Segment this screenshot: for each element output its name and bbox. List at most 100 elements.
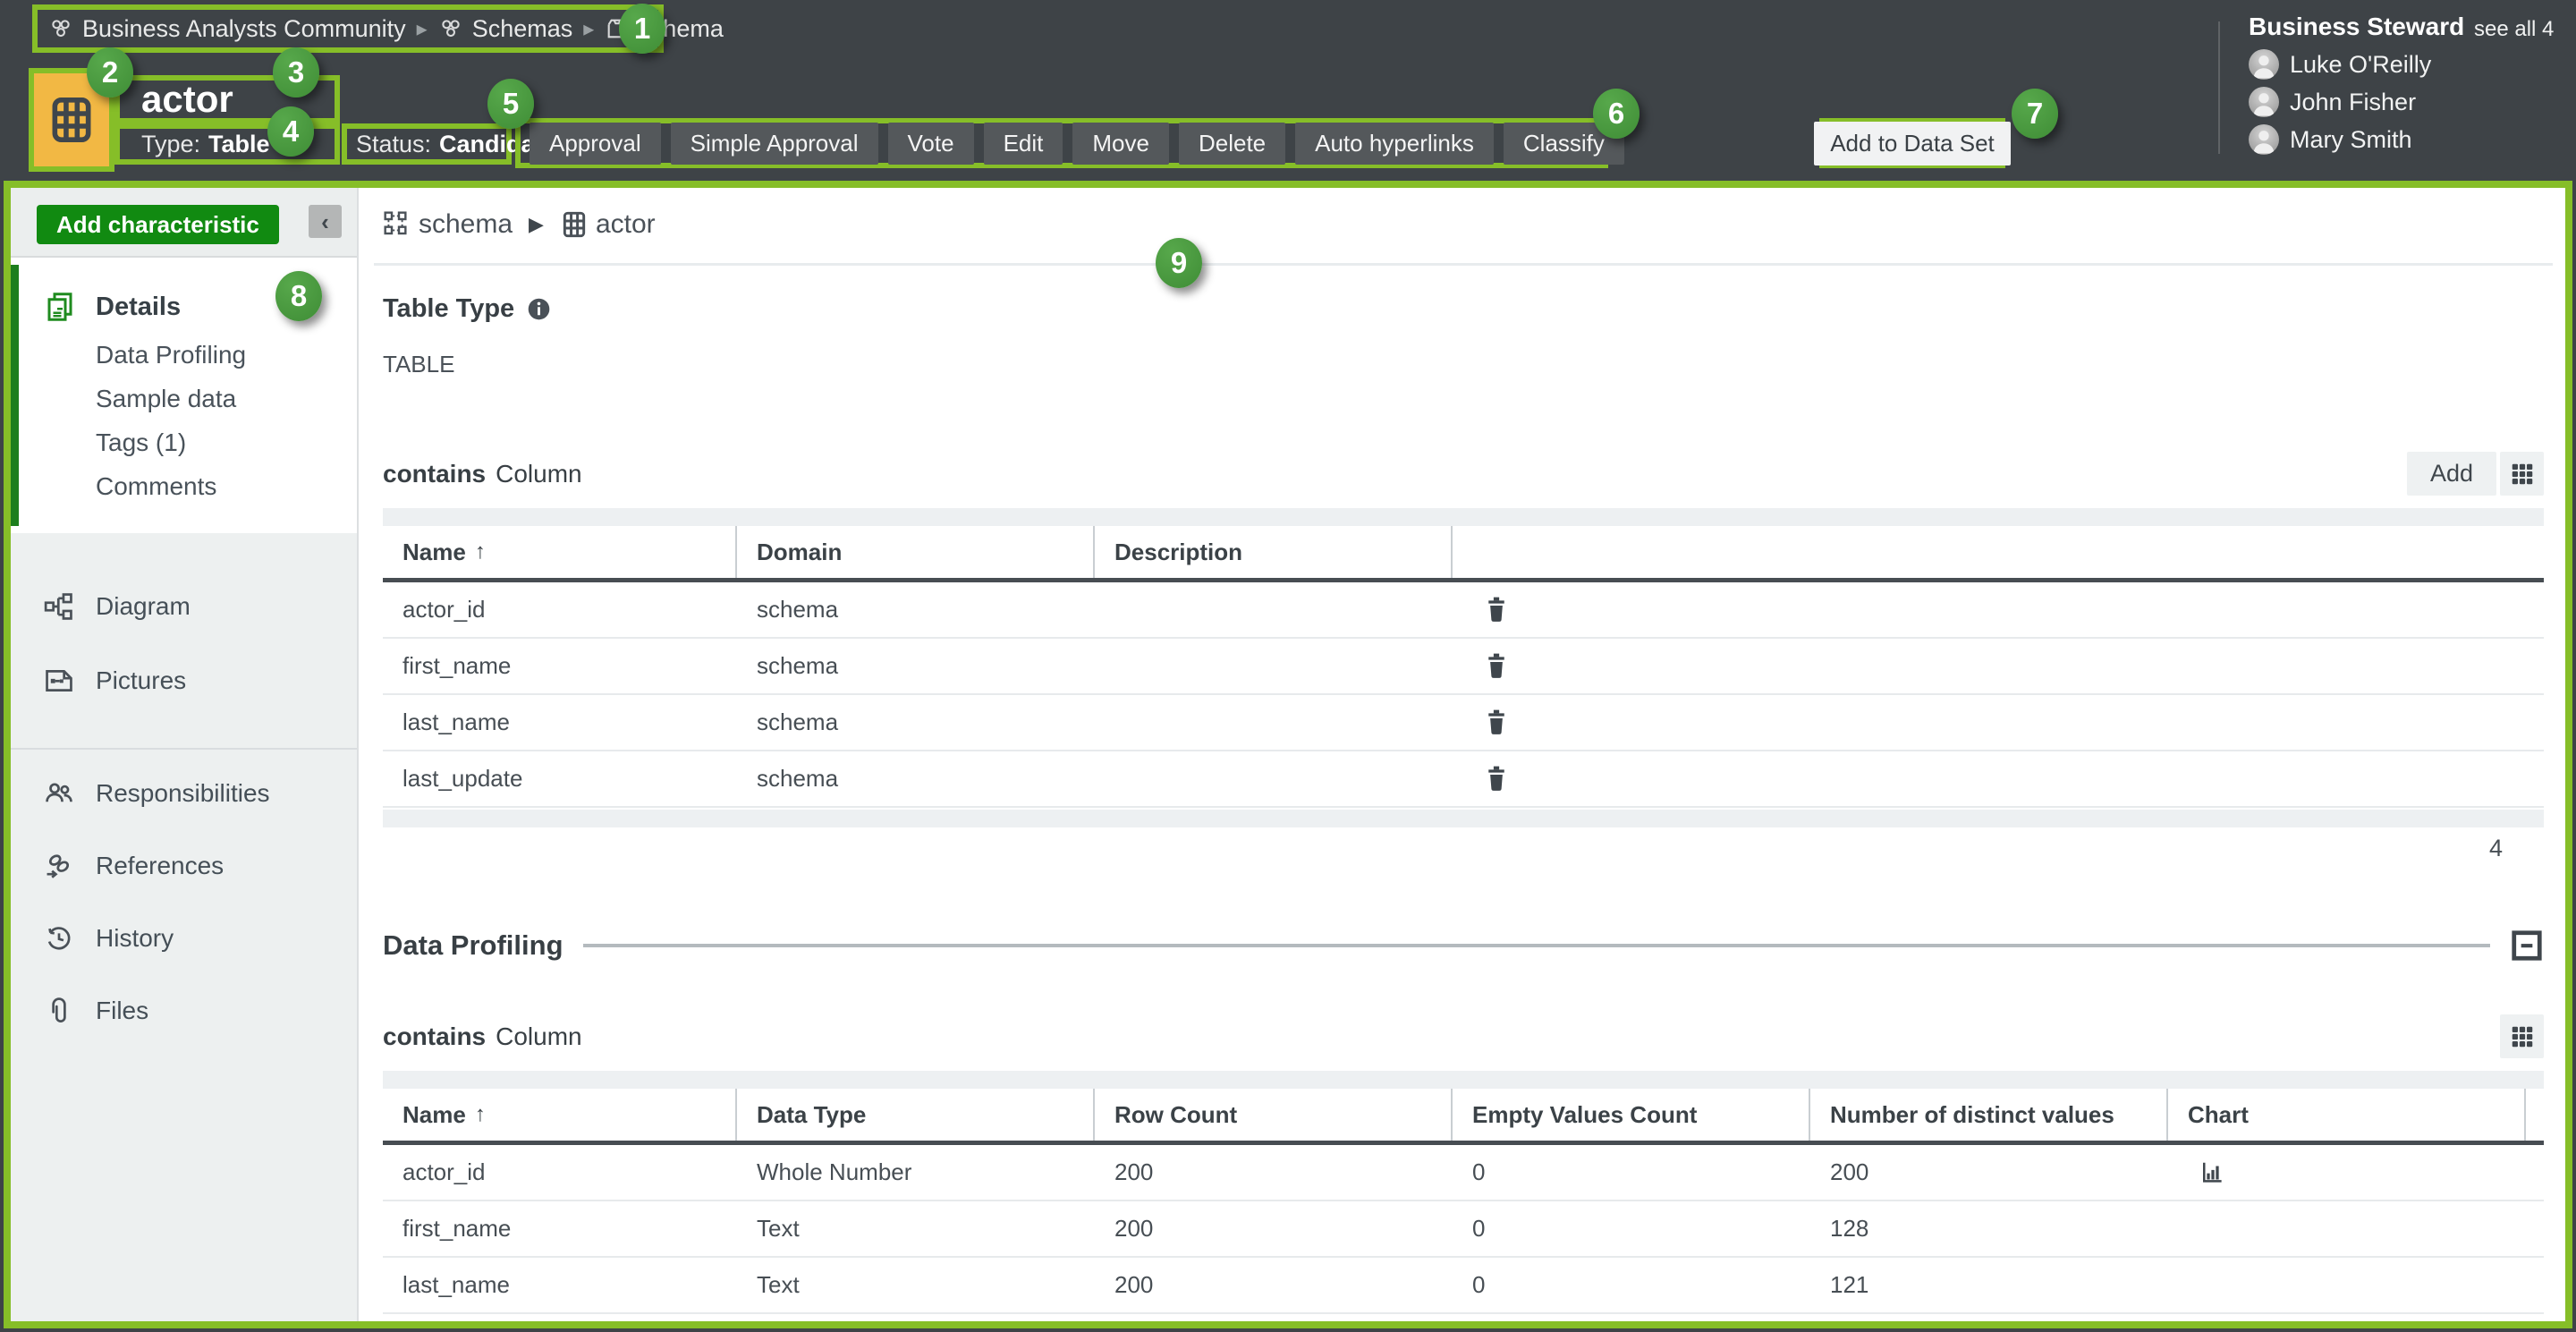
sidebar-item-history[interactable]: History: [11, 902, 357, 974]
table-view-toggle-button[interactable]: [2500, 1014, 2544, 1058]
vertical-divider: [2218, 21, 2220, 154]
add-column-button[interactable]: Add: [2407, 452, 2496, 496]
chart-icon[interactable]: [2199, 1159, 2225, 1186]
sidebar-divider: [11, 748, 357, 750]
cell-data-type: Date Time: [737, 1314, 1095, 1321]
profiling-columns-title: contains Column: [383, 1022, 582, 1051]
sidebar-item-comments[interactable]: Comments: [11, 464, 357, 508]
content-breadcrumb: schema ▶ actor: [383, 209, 2544, 240]
column-header-row-count[interactable]: Row Count: [1095, 1089, 1453, 1141]
column-header-name[interactable]: Name ↑: [383, 526, 737, 578]
cell-name: first_name: [383, 1201, 737, 1256]
table-type-heading: Table Type: [383, 294, 514, 324]
move-button[interactable]: Move: [1072, 123, 1169, 165]
cell-row-count: 200: [1095, 1201, 1453, 1256]
cell-description: [1095, 639, 1453, 693]
sidebar-item-label: Data Profiling: [96, 341, 246, 369]
column-header-domain[interactable]: Domain: [737, 526, 1095, 578]
cell-empty-values: 0: [1453, 1145, 1810, 1200]
delete-button[interactable]: Delete: [1179, 123, 1285, 165]
callout-badge-3: 3: [273, 47, 319, 98]
cell-row-count: 200: [1095, 1314, 1453, 1321]
info-icon[interactable]: [527, 297, 551, 321]
delete-icon[interactable]: [1483, 764, 1510, 794]
delete-icon[interactable]: [1483, 651, 1510, 682]
auto-hyperlinks-button[interactable]: Auto hyperlinks: [1295, 123, 1494, 165]
sidebar-item-tags[interactable]: Tags (1): [11, 420, 357, 464]
sidebar-item-pictures[interactable]: Pictures: [11, 643, 357, 717]
edit-button[interactable]: Edit: [984, 123, 1063, 165]
steward-row[interactable]: John Fisher: [2249, 86, 2431, 118]
steward-role-title: Business Steward: [2249, 13, 2464, 41]
cell-description: [1095, 695, 1453, 750]
cell-distinct-values: 1: [1810, 1314, 2168, 1321]
column-header-data-type[interactable]: Data Type: [737, 1089, 1095, 1141]
breadcrumb-item-schemas[interactable]: Schemas: [438, 15, 573, 43]
content-breadcrumb-parent[interactable]: schema: [419, 209, 513, 240]
profiling-row-last_name: last_name Text 200 0 121: [383, 1258, 2544, 1314]
column-header-empty-values[interactable]: Empty Values Count: [1453, 1089, 1810, 1141]
sidebar-item-responsibilities[interactable]: Responsibilities: [11, 757, 357, 829]
breadcrumb-item-community[interactable]: Business Analysts Community: [48, 15, 406, 43]
profiling-columns-header: contains Column: [383, 1014, 2544, 1058]
cell-distinct-values: 128: [1810, 1201, 2168, 1256]
diagram-icon: [44, 591, 74, 622]
column-header-actions: [1453, 526, 2544, 578]
sidebar-item-diagram[interactable]: Diagram: [11, 569, 357, 643]
table-top-band: [383, 1071, 2544, 1089]
steward-name: John Fisher: [2290, 89, 2416, 116]
steward-row[interactable]: Luke O'Reilly: [2249, 48, 2431, 81]
cell-name: last_update: [383, 1314, 737, 1321]
cell-domain[interactable]: schema: [737, 695, 1095, 750]
cell-row-count: 200: [1095, 1145, 1453, 1200]
sidebar-item-label: Responsibilities: [96, 779, 270, 808]
steward-row[interactable]: Mary Smith: [2249, 123, 2431, 156]
table-view-toggle-button[interactable]: [2500, 452, 2544, 496]
top-header: Business Analysts Community ▸ Schemas ▸ …: [0, 0, 2576, 181]
cell-domain[interactable]: schema: [737, 582, 1095, 637]
delete-icon[interactable]: [1483, 708, 1510, 738]
collapse-section-icon[interactable]: [2510, 929, 2544, 963]
sidebar-item-sample-data[interactable]: Sample data: [11, 377, 357, 420]
page-title: actor: [141, 78, 233, 121]
callout-badge-8: 8: [275, 271, 322, 321]
breadcrumb-label: Business Analysts Community: [82, 15, 406, 43]
sidebar-item-files[interactable]: Files: [11, 974, 357, 1047]
callout-badge-6: 6: [1593, 89, 1640, 139]
cell-empty-values: 0: [1453, 1314, 1810, 1321]
columns-section-header: contains Column Add: [383, 452, 2544, 496]
community-icon: [438, 16, 463, 41]
column-header-distinct-values[interactable]: Number of distinct values: [1810, 1089, 2168, 1141]
sidebar-toolbar: Add characteristic ‹: [11, 188, 357, 258]
relation-type-label: Column: [496, 460, 581, 488]
asset-status-box: Status: Candidate: [342, 123, 512, 165]
column-header-name[interactable]: Name ↑: [383, 1089, 737, 1141]
sidebar-item-label: Diagram: [96, 592, 191, 621]
delete-icon[interactable]: [1483, 595, 1510, 625]
cell-name: last_update: [383, 751, 737, 806]
sidebar-item-data-profiling[interactable]: Data Profiling: [11, 333, 357, 377]
sort-ascending-icon: ↑: [475, 539, 486, 564]
steward-list: Luke O'Reilly John Fisher Mary Smith: [2249, 48, 2431, 156]
add-to-dataset-button[interactable]: Add to Data Set: [1814, 122, 2011, 165]
cell-domain[interactable]: schema: [737, 751, 1095, 806]
sidebar-item-label: Tags (1): [96, 428, 186, 457]
column-header-description[interactable]: Description: [1095, 526, 1453, 578]
callout-badge-4: 4: [267, 106, 314, 157]
simple-approval-button[interactable]: Simple Approval: [671, 123, 878, 165]
approval-button[interactable]: Approval: [530, 123, 661, 165]
community-icon: [48, 16, 73, 41]
sidebar-item-label: Comments: [96, 472, 216, 501]
relation-label: contains: [383, 1022, 486, 1051]
cell-domain[interactable]: schema: [737, 639, 1095, 693]
sidebar-collapse-button[interactable]: ‹: [309, 205, 342, 238]
see-all-link[interactable]: see all 4: [2474, 17, 2554, 42]
cell-empty-values: 0: [1453, 1258, 1810, 1312]
details-pane: schema ▶ actor Table Type TABLE: [359, 188, 2565, 1321]
cell-description: [1095, 582, 1453, 637]
vote-button[interactable]: Vote: [888, 123, 974, 165]
sidebar-item-references[interactable]: References: [11, 829, 357, 902]
add-characteristic-button[interactable]: Add characteristic: [37, 205, 279, 244]
profiling-table: Name ↑ Data Type Row Count Empty Values …: [383, 1071, 2544, 1321]
profiling-row-last_update: last_update Date Time 200 0 1: [383, 1314, 2544, 1321]
